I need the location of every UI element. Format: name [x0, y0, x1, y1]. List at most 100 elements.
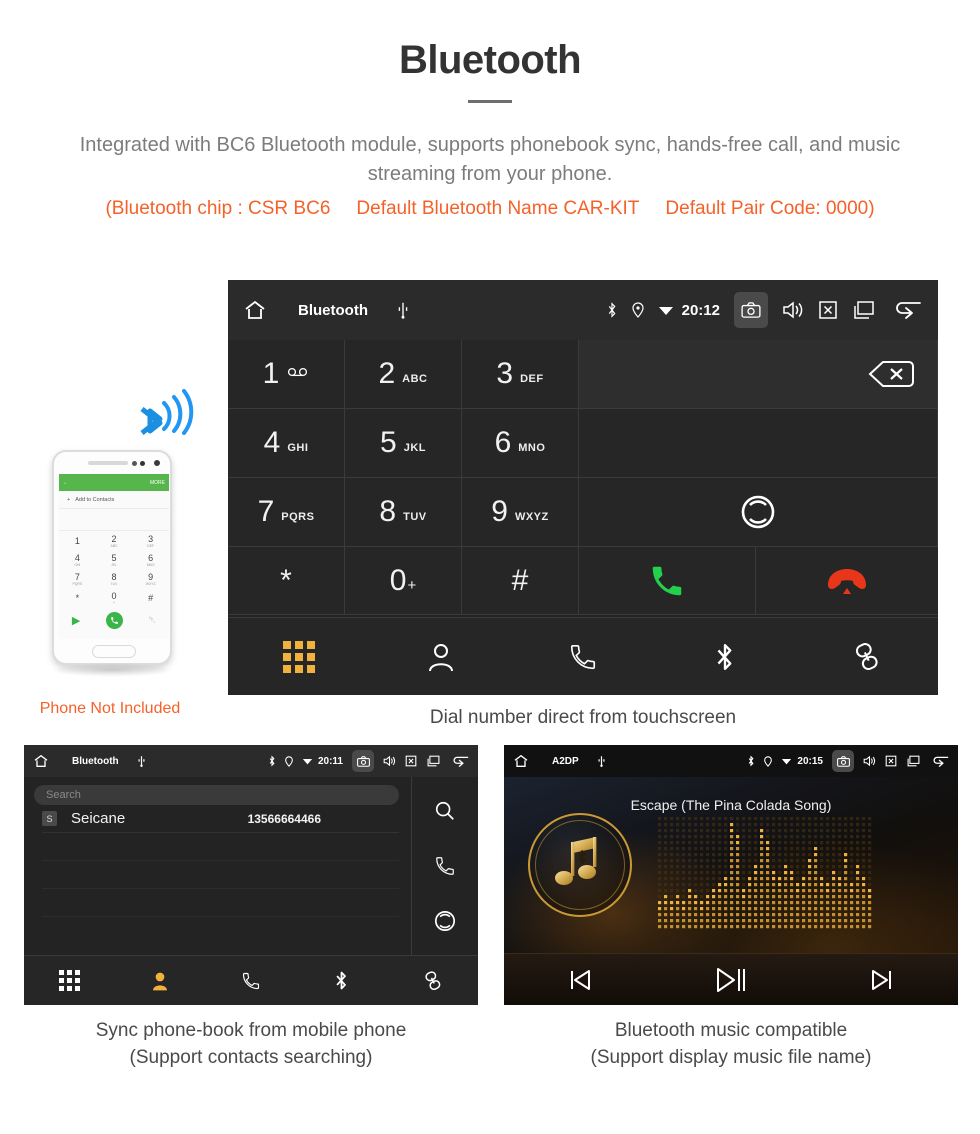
- camera-icon[interactable]: [832, 750, 854, 772]
- phonebook-caption: Sync phone-book from mobile phone (Suppo…: [24, 1018, 478, 1071]
- phone-appbar: ← MORE: [59, 474, 169, 491]
- key-8[interactable]: 8 TUV: [345, 478, 462, 547]
- key-hash[interactable]: #: [462, 547, 579, 615]
- key-2[interactable]: 2 ABC: [345, 340, 462, 409]
- phone-key-5: 5 JKL: [111, 552, 117, 567]
- next-track-icon: [872, 969, 892, 990]
- nav-call-log[interactable]: [512, 642, 654, 672]
- key-5[interactable]: 5 JKL: [345, 409, 462, 478]
- key-2-digit: 2: [378, 357, 396, 390]
- close-icon[interactable]: [405, 755, 417, 767]
- number-display-field[interactable]: [579, 340, 938, 409]
- music-body: Escape (The Pina Colada Song): [504, 777, 958, 953]
- next-track-button[interactable]: [807, 967, 958, 993]
- search-input[interactable]: Search: [34, 785, 399, 805]
- table-row[interactable]: [42, 861, 399, 889]
- table-row[interactable]: [42, 833, 399, 861]
- key-0[interactable]: 0 +: [345, 547, 462, 615]
- key-1[interactable]: 1: [228, 340, 345, 409]
- usb-icon: [598, 756, 605, 767]
- nav-call-log[interactable]: [206, 971, 297, 991]
- nav-bluetooth[interactable]: [654, 640, 796, 674]
- backspace-icon[interactable]: [867, 358, 915, 390]
- nav-bluetooth[interactable]: [296, 969, 387, 992]
- page-description: Integrated with BC6 Bluetooth module, su…: [79, 134, 901, 185]
- call-log-icon: [570, 644, 596, 669]
- back-icon[interactable]: [890, 299, 924, 321]
- usb-icon: [398, 302, 408, 319]
- phone-message-icon: ▶: [71, 614, 81, 627]
- phonebook-statusbar: Bluetooth 20:11: [24, 745, 478, 777]
- call-button[interactable]: [579, 547, 756, 615]
- phone-call-button: [106, 611, 124, 629]
- key-3[interactable]: 3 DEF: [462, 340, 579, 409]
- recents-icon[interactable]: [852, 300, 876, 320]
- nav-contacts[interactable]: [370, 641, 512, 673]
- camera-icon[interactable]: [352, 750, 374, 772]
- link-icon: [855, 642, 878, 670]
- back-icon[interactable]: [450, 755, 470, 768]
- phonebook-title: Bluetooth: [72, 755, 119, 767]
- close-icon[interactable]: [885, 755, 897, 767]
- key-7[interactable]: 7 PQRS: [228, 478, 345, 547]
- end-call-button[interactable]: [756, 547, 938, 615]
- phone-keypad: 1 2 ABC 3 DEF 4 GHI 5 JKL 6 MNO 7 PQRS 8 TUV 9 WXYZ * 0 + #: [59, 531, 169, 607]
- volume-icon[interactable]: [782, 300, 804, 320]
- phone-not-included-note: Phone Not Included: [39, 700, 181, 717]
- plus-icon: +: [67, 496, 71, 503]
- key-3-digit: 3: [496, 357, 514, 390]
- key-star-digit: *: [280, 563, 292, 597]
- wifi-icon: [302, 759, 313, 765]
- phone-body: ← MORE + Add to Contacts 1 2 ABC 3 DEF 4 GHI 5 J…: [52, 450, 172, 665]
- phone-more-label: MORE: [150, 479, 165, 486]
- phonebook-screenshot: Bluetooth 20:11 Search S Seicane 1356666…: [24, 745, 478, 1005]
- close-icon[interactable]: [818, 300, 838, 320]
- call-icon: [111, 616, 118, 624]
- nav-link[interactable]: [387, 970, 478, 992]
- keypad-icon: [58, 970, 80, 991]
- music-clock: 20:15: [797, 755, 823, 767]
- nav-contacts[interactable]: [115, 970, 206, 992]
- key-4[interactable]: 4 GHI: [228, 409, 345, 478]
- phone-number-field: [59, 509, 169, 531]
- phone-screen: ← MORE + Add to Contacts 1 2 ABC 3 DEF 4 GHI 5 J…: [59, 474, 169, 639]
- nav-link[interactable]: [796, 641, 938, 673]
- page-title: Bluetooth: [398, 38, 582, 82]
- title-divider: [468, 100, 512, 103]
- nav-keypad[interactable]: [228, 640, 370, 673]
- phone-sensor2-icon: [140, 461, 145, 466]
- key-1-digit: 1: [262, 357, 280, 390]
- redial-button[interactable]: [579, 478, 938, 547]
- key-7-digit: 7: [257, 495, 275, 528]
- search-placeholder: Search: [46, 789, 81, 801]
- nav-keypad[interactable]: [24, 970, 115, 991]
- key-star[interactable]: *: [228, 547, 345, 615]
- key-6[interactable]: 6 MNO: [462, 409, 579, 478]
- sync-icon[interactable]: [434, 910, 456, 932]
- phone-key-8: 8 TUV: [110, 571, 118, 586]
- previous-track-button[interactable]: [504, 967, 655, 993]
- key-6-letters: MNO: [518, 442, 546, 454]
- home-icon[interactable]: [512, 753, 530, 769]
- table-row[interactable]: [42, 889, 399, 917]
- keypad-icon: [283, 640, 315, 673]
- home-icon[interactable]: [32, 753, 50, 769]
- camera-icon[interactable]: [734, 292, 768, 328]
- table-row[interactable]: S Seicane 13566664466: [42, 805, 399, 833]
- location-icon: [764, 755, 773, 767]
- call-icon[interactable]: [434, 855, 456, 877]
- search-icon[interactable]: [434, 800, 456, 822]
- recents-icon[interactable]: [426, 755, 441, 767]
- play-pause-button[interactable]: [655, 966, 806, 994]
- dialer-clock: 20:12: [681, 301, 720, 319]
- end-call-icon: [828, 568, 866, 594]
- key-hash-digit: #: [511, 563, 529, 597]
- volume-icon[interactable]: [863, 755, 876, 767]
- recents-icon[interactable]: [906, 755, 921, 767]
- back-icon[interactable]: [930, 755, 950, 768]
- equalizer-visualizer: [658, 817, 872, 929]
- spec-line: (Bluetooth chip : CSR BC6 Default Bluetoo…: [0, 195, 980, 224]
- volume-icon[interactable]: [383, 755, 396, 767]
- key-9[interactable]: 9 WXYZ: [462, 478, 579, 547]
- home-icon[interactable]: [242, 298, 268, 322]
